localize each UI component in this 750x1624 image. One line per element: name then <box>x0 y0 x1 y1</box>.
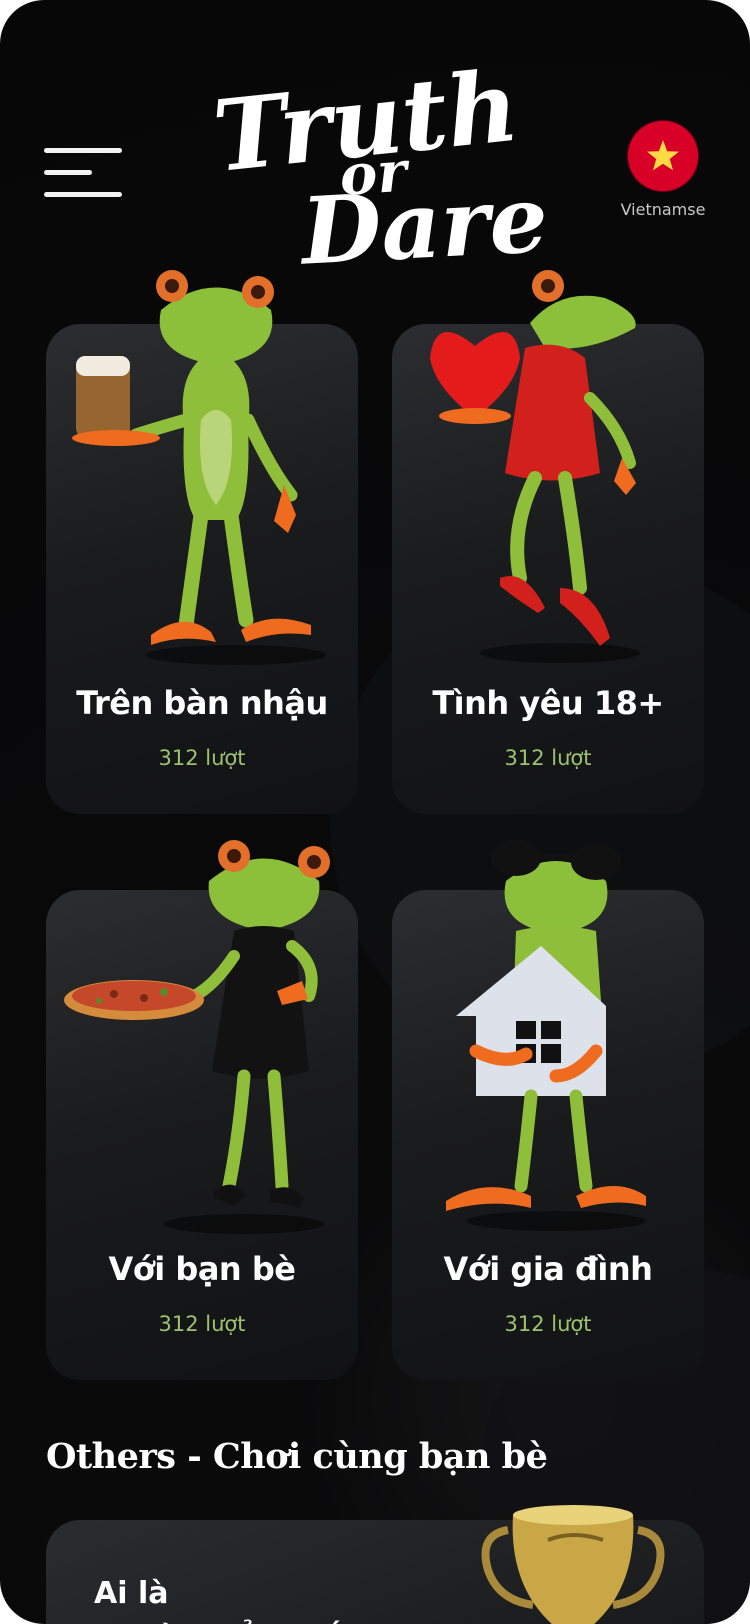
category-count: 312 lượt <box>504 1312 592 1336</box>
category-title: Với gia đình <box>443 1250 653 1288</box>
svg-text:Dare: Dare <box>296 165 550 273</box>
language-selector[interactable]: Vietnamse <box>618 120 708 219</box>
category-count: 312 lượt <box>158 1312 246 1336</box>
vietnam-flag-icon[interactable] <box>627 120 699 192</box>
others-section-title: Others - Chơi cùng bạn bè <box>46 1436 548 1477</box>
category-count: 312 lượt <box>504 746 592 770</box>
category-count: 312 lượt <box>158 746 246 770</box>
frog-with-house-illustration <box>446 840 646 1231</box>
hamburger-menu-icon[interactable] <box>44 146 122 198</box>
category-title: Với bạn bè <box>108 1250 296 1288</box>
category-title: Tình yêu 18+ <box>432 684 664 722</box>
app-screen: Truth or Dare Vietnamse Trên bàn nhậu 31… <box>0 0 750 1624</box>
frog-with-heart-illustration <box>430 270 640 663</box>
frog-with-pizza-illustration <box>64 840 330 1234</box>
trophy-illustration <box>481 1505 665 1624</box>
language-label: Vietnamse <box>620 200 706 219</box>
truth-or-dare-logo: Truth or Dare <box>208 48 550 286</box>
category-title: Trên bàn nhậu <box>76 684 328 722</box>
frog-with-beer-illustration <box>72 270 326 665</box>
others-card-title: Ai là người hiểu thế <box>94 1576 339 1624</box>
